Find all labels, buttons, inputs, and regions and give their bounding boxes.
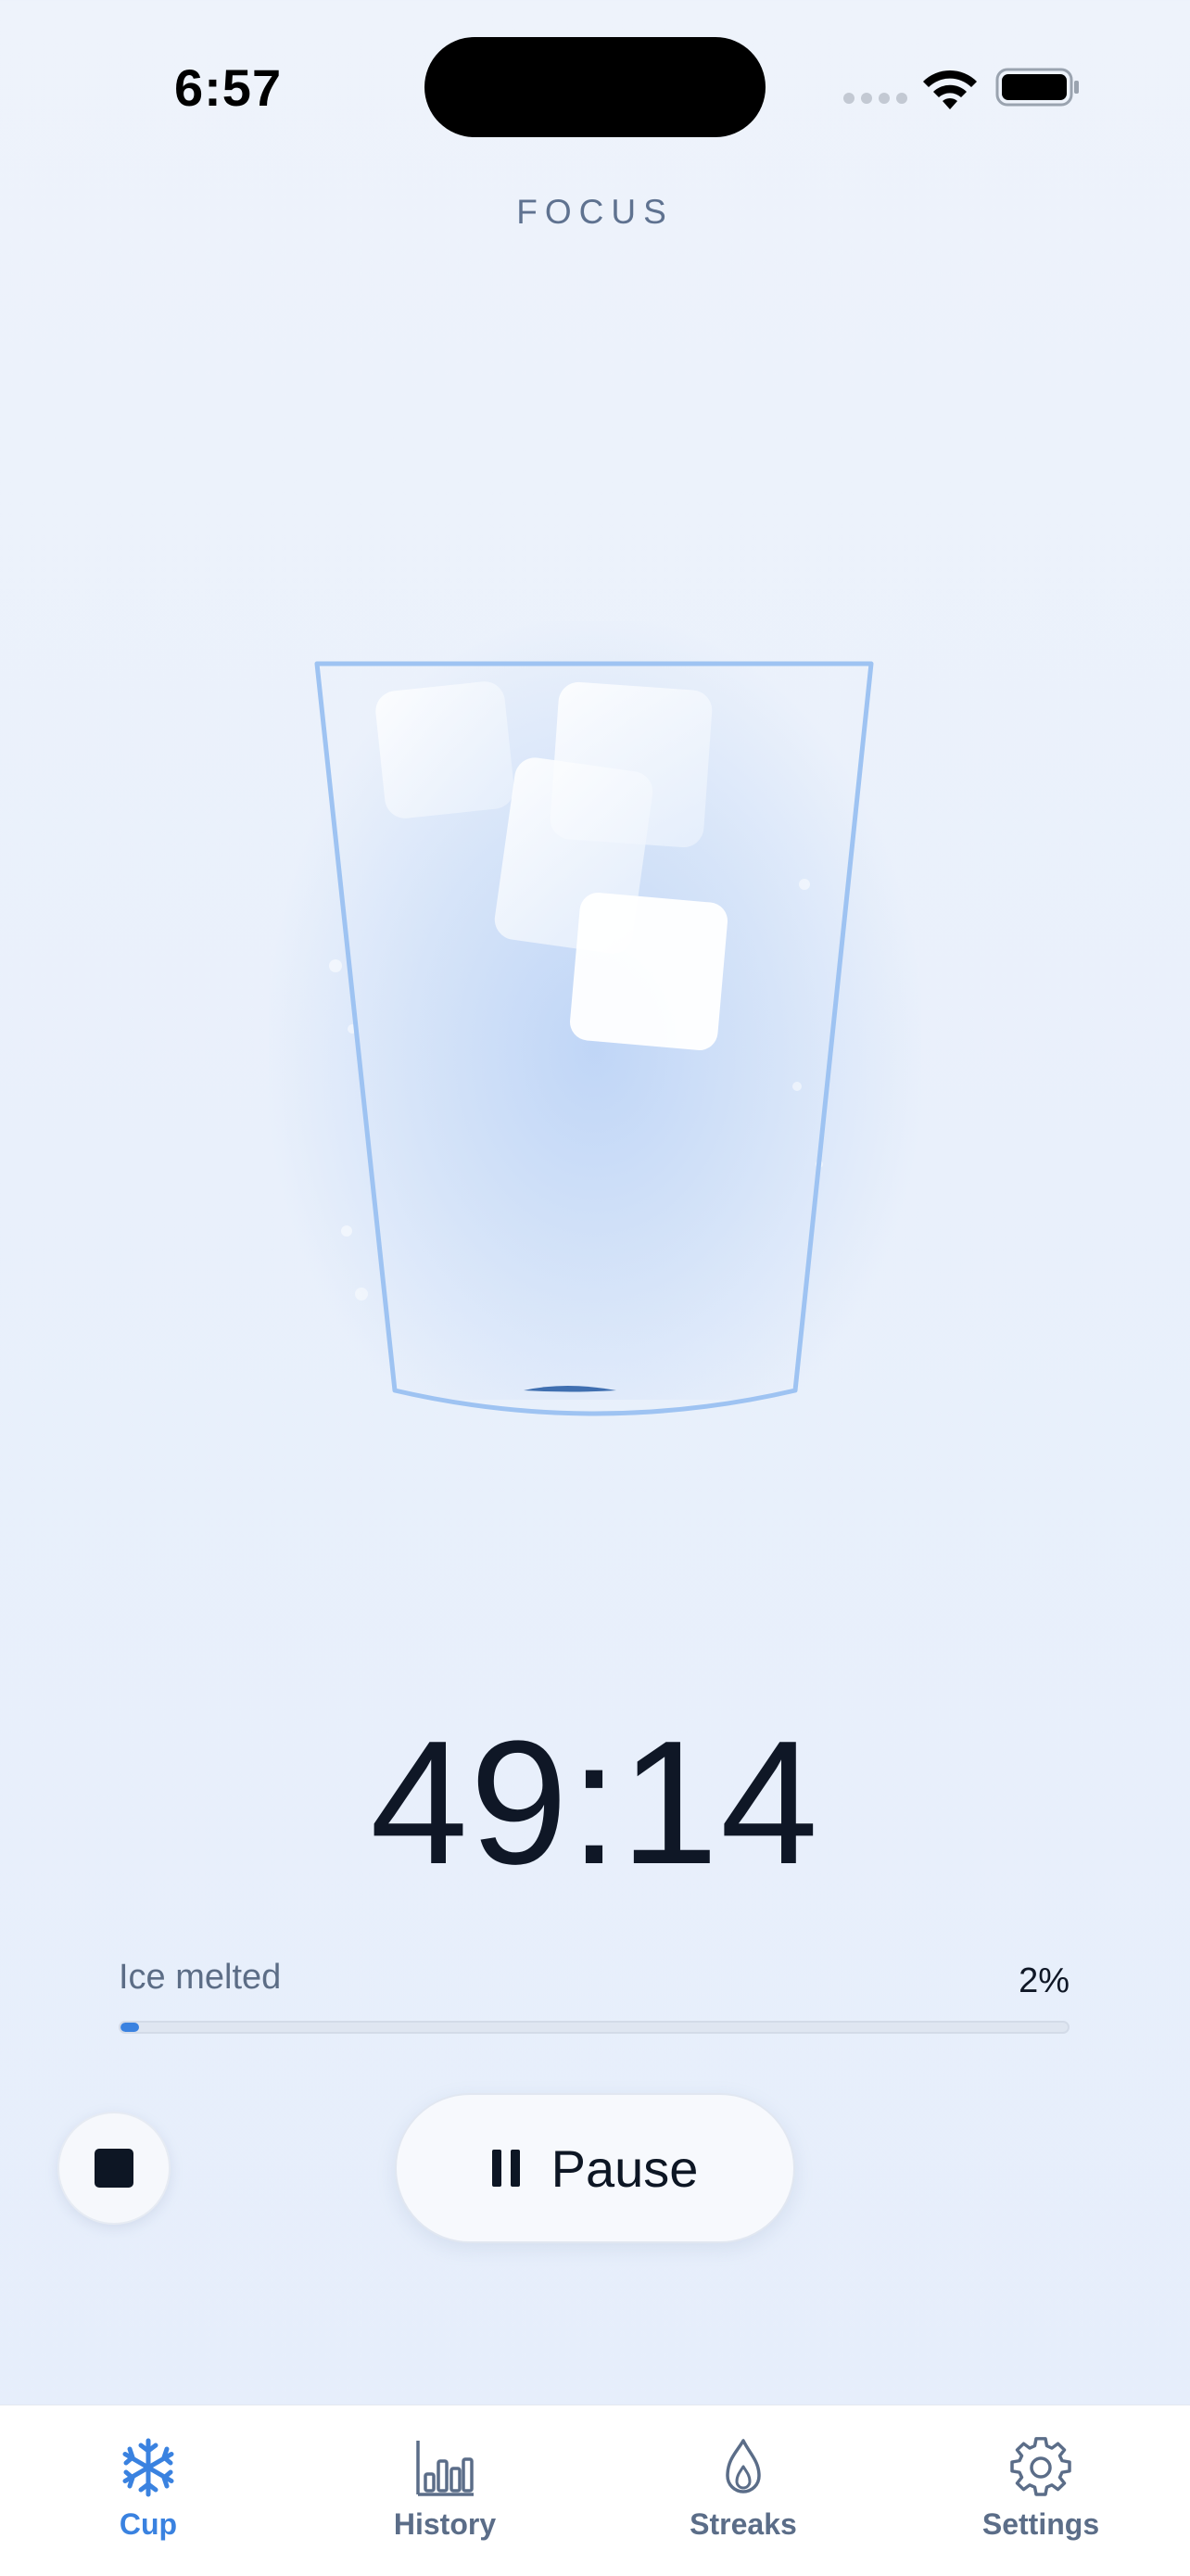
melt-progress-fill [120, 2023, 140, 2032]
melt-progress-bar [119, 2021, 1070, 2034]
wifi-icon [923, 70, 977, 109]
tab-label: Streaks [690, 2507, 797, 2541]
flame-icon [726, 2439, 761, 2494]
ice-melted-percent: 2% [1019, 1961, 1070, 2000]
tab-bar: Cup History Streaks Settings [0, 2405, 1190, 2576]
pause-label: Pause [551, 2138, 699, 2198]
ice-cube [569, 892, 728, 1051]
dynamic-island [424, 37, 766, 137]
status-bar: 6:57 [0, 0, 1190, 176]
ice-melted-label: Ice melted [119, 1958, 282, 1997]
cup-illustration [314, 661, 874, 1416]
battery-icon [995, 68, 1079, 107]
bar-chart-icon [416, 2441, 474, 2496]
tab-settings[interactable]: Settings [920, 2405, 1161, 2576]
cellular-signal-icon [843, 93, 907, 104]
stop-button[interactable] [57, 2112, 171, 2225]
ice-cube [375, 681, 514, 818]
tab-label: History [393, 2507, 497, 2541]
stop-icon [95, 2149, 133, 2188]
tab-streaks[interactable]: Streaks [623, 2405, 864, 2576]
countdown-timer: 49:14 [370, 1705, 820, 1901]
tab-cup[interactable]: Cup [28, 2405, 269, 2576]
tab-label: Settings [981, 2507, 1100, 2541]
pause-button[interactable]: Pause [395, 2093, 795, 2243]
tab-label: Cup [119, 2507, 178, 2541]
mode-label: FOCUS [516, 193, 674, 231]
ice-cup-visual [269, 565, 921, 1428]
status-time: 6:57 [174, 58, 283, 117]
snowflake-icon [122, 2438, 174, 2497]
pause-icon [491, 2150, 520, 2187]
gear-icon [1010, 2437, 1071, 2496]
tab-history[interactable]: History [324, 2405, 565, 2576]
